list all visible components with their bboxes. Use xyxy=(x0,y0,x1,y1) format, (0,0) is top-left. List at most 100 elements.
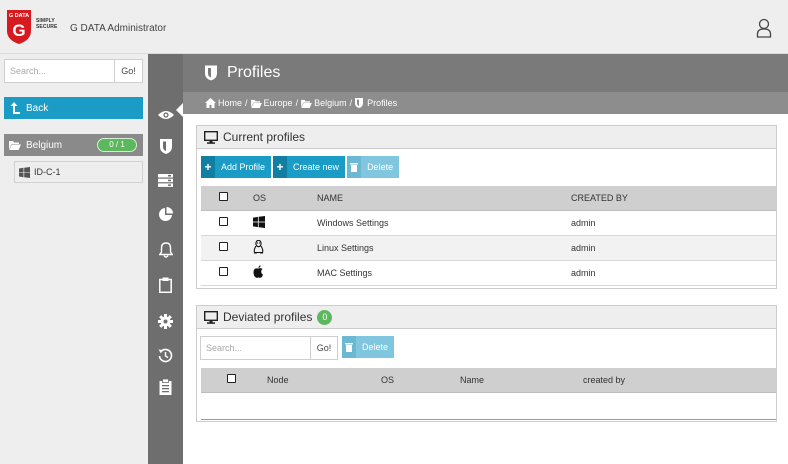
logo-tagline: SIMPLY SECURE xyxy=(36,18,57,30)
rail-item-statistics[interactable] xyxy=(148,202,183,226)
top-header: G DATA G SIMPLY SECURE G DATA Administra… xyxy=(0,0,788,54)
table-row[interactable]: Linux Settings admin xyxy=(201,235,776,261)
create-new-label: Create new xyxy=(293,162,340,172)
trash-icon xyxy=(347,156,362,178)
add-profile-label: Add Profile xyxy=(221,162,266,172)
gdata-logo: G DATA G xyxy=(7,10,31,44)
apple-icon xyxy=(253,265,263,278)
deviated-search-input[interactable] xyxy=(200,336,310,360)
user-icon[interactable] xyxy=(756,18,772,38)
breadcrumb-belgium[interactable]: Belgium xyxy=(314,98,347,108)
deviated-delete-button[interactable]: Delete xyxy=(342,336,395,358)
back-button[interactable]: Back xyxy=(4,97,143,119)
row-checkbox[interactable] xyxy=(219,267,228,276)
empty-row xyxy=(201,392,776,420)
rail-item-tasks[interactable] xyxy=(148,273,183,297)
group-label: Belgium xyxy=(26,139,63,151)
current-profiles-title: Current profiles xyxy=(223,130,306,144)
folder-open-icon xyxy=(250,99,262,108)
plus-icon: + xyxy=(201,156,215,178)
folder-open-icon xyxy=(9,141,21,150)
select-all-cell xyxy=(201,186,253,211)
os-cell xyxy=(253,260,317,286)
column-created-by[interactable]: CREATED BY xyxy=(571,186,776,211)
column-name[interactable]: Name xyxy=(460,368,583,393)
breadcrumb-separator: / xyxy=(245,98,248,108)
select-all-checkbox[interactable] xyxy=(219,192,228,202)
deviated-profiles-table: Node OS Name created by xyxy=(201,368,776,420)
history-icon xyxy=(158,348,173,362)
left-sidebar: Go! Back Belgium 0 / 1 ID-C-1 xyxy=(0,54,148,464)
column-created-by[interactable]: created by xyxy=(583,368,776,393)
name-cell: MAC Settings xyxy=(317,260,571,286)
select-all-cell xyxy=(201,368,267,393)
row-checkbox[interactable] xyxy=(219,242,228,251)
linux-icon xyxy=(253,239,264,253)
breadcrumb-europe[interactable]: Europe xyxy=(264,98,293,108)
os-cell xyxy=(253,210,317,236)
deviated-search: Go! Delete xyxy=(200,336,395,360)
windows-icon xyxy=(19,166,30,178)
breadcrumb: Home / Europe / Belgium / Profiles xyxy=(183,92,788,114)
report-icon xyxy=(159,379,172,395)
current-profiles-toolbar: + Add Profile + Create new Delete xyxy=(201,156,400,178)
sidebar-search-input[interactable] xyxy=(4,59,114,83)
column-node[interactable]: Node xyxy=(267,368,381,393)
row-select-cell xyxy=(201,260,253,286)
rail-item-profiles[interactable] xyxy=(148,134,183,158)
folder-open-icon xyxy=(301,99,312,108)
page-title-bar: Profiles xyxy=(183,54,788,92)
group-item-belgium[interactable]: Belgium 0 / 1 xyxy=(4,134,143,156)
clipboard-icon xyxy=(159,277,172,293)
client-item[interactable]: ID-C-1 xyxy=(14,161,143,183)
create-new-button[interactable]: + Create new xyxy=(273,156,346,178)
plus-icon: + xyxy=(273,156,288,178)
breadcrumb-current: Profiles xyxy=(367,98,398,108)
monitor-icon xyxy=(204,130,218,144)
delete-profile-button[interactable]: Delete xyxy=(347,156,400,178)
column-os[interactable]: OS xyxy=(253,186,317,211)
page-title: Profiles xyxy=(227,64,281,81)
rail-item-settings[interactable] xyxy=(148,309,183,333)
server-icon xyxy=(158,173,173,187)
deviated-profiles-title: Deviated profiles xyxy=(223,310,313,324)
rail-item-notifications[interactable] xyxy=(148,238,183,262)
row-select-cell xyxy=(201,235,253,261)
select-all-checkbox[interactable] xyxy=(227,374,236,384)
current-profiles-header: Current profiles xyxy=(197,126,776,149)
row-checkbox[interactable] xyxy=(219,217,228,226)
svg-text:G DATA: G DATA xyxy=(9,13,29,19)
sidebar-search-go-button[interactable]: Go! xyxy=(114,59,143,83)
deviated-search-go-button[interactable]: Go! xyxy=(310,336,338,360)
windows-icon xyxy=(253,215,265,228)
current-profiles-panel: Current profiles + Add Profile + Create … xyxy=(196,125,777,289)
add-profile-button[interactable]: + Add Profile xyxy=(201,156,272,178)
column-os[interactable]: OS xyxy=(381,368,460,393)
rail-item-dashboard[interactable] xyxy=(148,103,183,127)
pie-chart-icon xyxy=(159,206,173,221)
name-cell: Windows Settings xyxy=(317,210,571,236)
module-rail xyxy=(148,54,183,464)
column-name[interactable]: NAME xyxy=(317,186,571,211)
shield-icon xyxy=(159,138,172,154)
shield-icon xyxy=(355,98,364,108)
table-row[interactable]: MAC Settings admin xyxy=(201,260,776,286)
client-label: ID-C-1 xyxy=(34,167,61,177)
back-button-label: Back xyxy=(26,102,49,114)
svg-text:G: G xyxy=(12,21,25,40)
name-cell: Linux Settings xyxy=(317,235,571,261)
eye-icon xyxy=(157,111,174,119)
client-count-badge: 0 / 1 xyxy=(97,138,137,152)
home-icon xyxy=(205,98,216,108)
sidebar-search: Go! xyxy=(4,59,143,83)
breadcrumb-home[interactable]: Home xyxy=(218,98,242,108)
breadcrumb-separator: / xyxy=(349,98,353,108)
gear-icon xyxy=(158,313,173,329)
rail-item-reports[interactable] xyxy=(148,375,183,399)
delete-label: Delete xyxy=(367,162,394,172)
rail-item-servers[interactable] xyxy=(148,168,183,192)
table-row[interactable]: Windows Settings admin xyxy=(201,210,776,236)
logo-tagline-line-2: SECURE xyxy=(36,24,58,30)
rail-item-history[interactable] xyxy=(148,343,183,367)
trash-icon xyxy=(342,336,356,358)
